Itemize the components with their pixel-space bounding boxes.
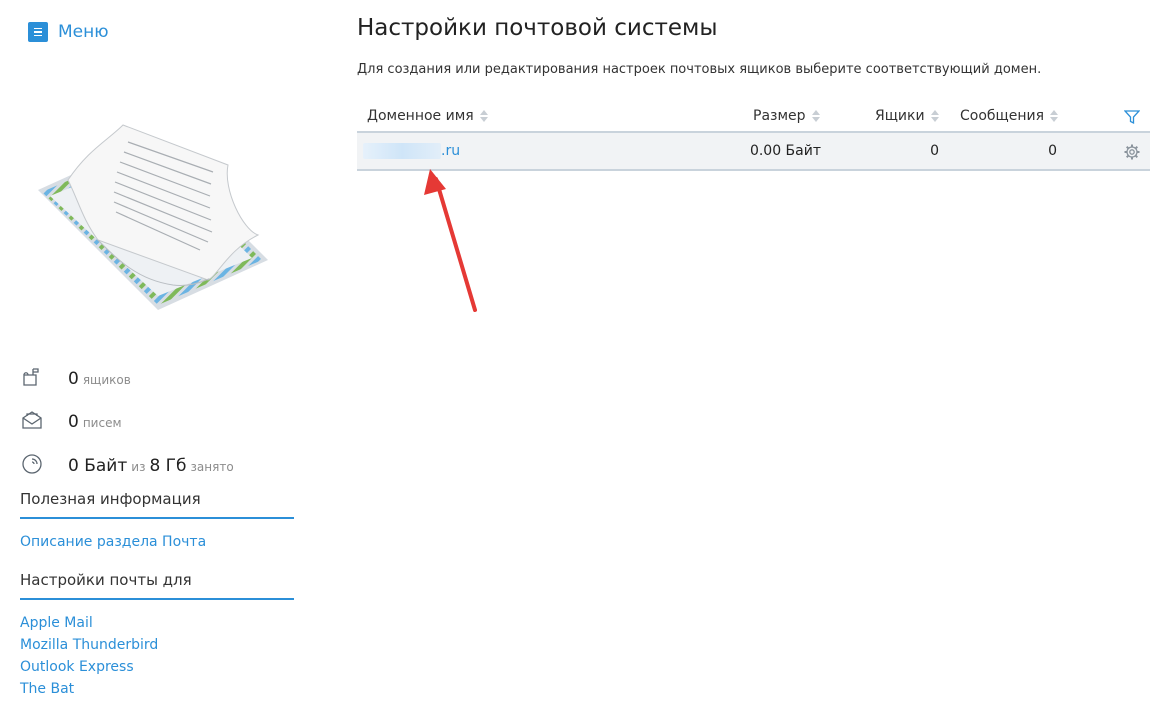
useful-info-heading: Полезная информация xyxy=(20,490,294,519)
letters-stat: 0 писем xyxy=(20,403,122,432)
column-header-domain[interactable]: Доменное имя xyxy=(367,108,488,124)
sort-icon xyxy=(1050,110,1059,122)
thunderbird-link[interactable]: Mozilla Thunderbird xyxy=(20,637,158,653)
envelope-icon xyxy=(20,408,44,432)
storage-used: 0 Байт xyxy=(68,456,128,476)
outlook-express-link[interactable]: Outlook Express xyxy=(20,659,134,675)
column-label-size: Размер xyxy=(753,108,806,124)
column-header-size[interactable]: Размер xyxy=(753,108,820,124)
page-title: Настройки почтовой системы xyxy=(357,15,718,41)
mailboxes-stat: 0 ящиков xyxy=(20,360,131,389)
mail-settings-heading: Настройки почты для xyxy=(20,571,294,600)
the-bat-link[interactable]: The Bat xyxy=(20,681,74,697)
storage-total: 8 Гб xyxy=(149,456,187,476)
column-label-mailboxes: Ящики xyxy=(875,108,925,124)
storage-stat: 0 Байт из 8 Гб занято xyxy=(20,447,234,476)
page-description: Для создания или редактирования настроек… xyxy=(357,62,1042,77)
mailbox-icon xyxy=(20,365,44,389)
mailboxes-count: 0 xyxy=(68,369,79,389)
menu-label: Меню xyxy=(58,22,109,42)
column-header-messages[interactable]: Сообщения xyxy=(960,108,1059,124)
letters-unit: писем xyxy=(82,416,122,430)
sort-icon xyxy=(930,110,939,122)
column-header-mailboxes[interactable]: Ящики xyxy=(875,108,939,124)
annotation-arrow xyxy=(424,169,477,312)
storage-suffix: занято xyxy=(190,460,234,474)
domain-size: 0.00 Байт xyxy=(749,143,821,159)
gear-icon[interactable] xyxy=(1124,144,1140,164)
domain-messages: 0 xyxy=(1048,143,1057,159)
domain-mailboxes: 0 xyxy=(930,143,939,159)
redacted-domain-name xyxy=(363,143,441,159)
domains-table: Доменное имя Размер Ящики Сообщения .ru … xyxy=(357,100,1150,171)
sort-icon xyxy=(811,110,820,122)
mail-envelope-illustration xyxy=(38,124,268,310)
domain-link[interactable]: .ru xyxy=(363,143,460,159)
storage-of-label: из xyxy=(131,460,146,474)
mail-section-description-link[interactable]: Описание раздела Почта xyxy=(20,534,206,550)
domain-suffix: .ru xyxy=(441,143,461,159)
apple-mail-link[interactable]: Apple Mail xyxy=(20,615,93,631)
column-label-messages: Сообщения xyxy=(960,108,1045,124)
table-header: Доменное имя Размер Ящики Сообщения xyxy=(357,100,1150,133)
column-label-domain: Доменное имя xyxy=(367,108,474,124)
mailboxes-unit: ящиков xyxy=(82,373,131,387)
letters-count: 0 xyxy=(68,412,79,432)
filter-icon[interactable] xyxy=(1123,109,1141,129)
hamburger-icon xyxy=(28,22,48,42)
menu-button[interactable]: Меню xyxy=(28,22,109,42)
storage-gauge-icon xyxy=(20,452,44,476)
sort-icon xyxy=(479,110,488,122)
